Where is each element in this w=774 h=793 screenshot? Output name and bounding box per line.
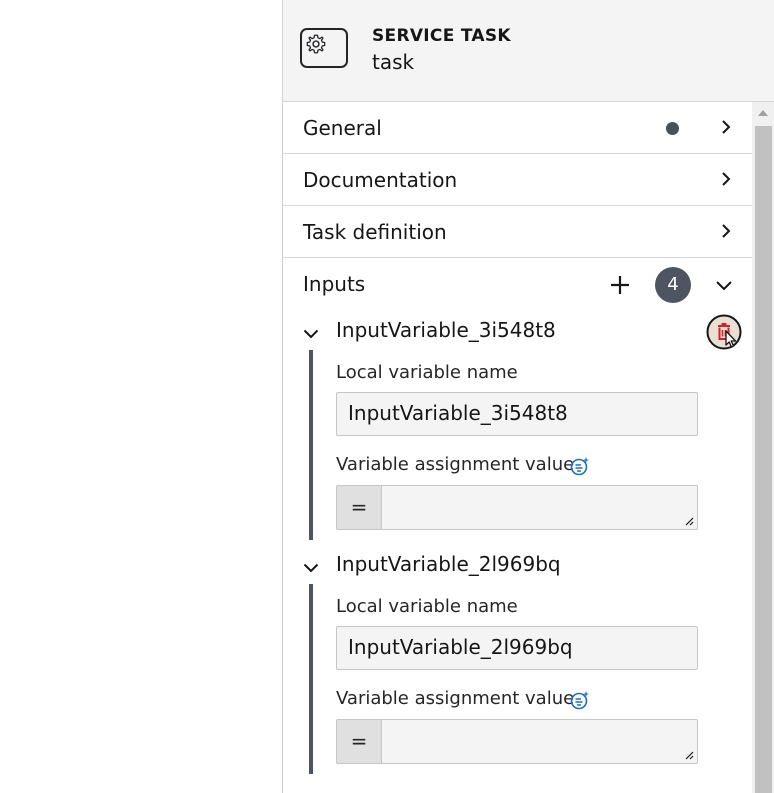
delete-input-button[interactable]: [706, 314, 742, 350]
feel-equals-prefix: =: [337, 720, 382, 763]
local-variable-name-input[interactable]: InputVariable_2l969bq: [336, 626, 698, 670]
input-entry: InputVariable_3i548t8 Local variable nam…: [283, 314, 752, 540]
element-name-label: task: [372, 50, 415, 74]
variable-assignment-input[interactable]: =: [336, 485, 698, 530]
group-label: Documentation: [303, 168, 458, 192]
variable-assignment-label: Variable assignment value: [336, 454, 575, 475]
scroll-up-arrow-icon[interactable]: [758, 110, 768, 116]
element-type-label: SERVICE TASK: [372, 26, 511, 46]
input-entry-body: Local variable name InputVariable_2l969b…: [309, 584, 752, 774]
local-variable-name-label: Local variable name: [336, 596, 518, 617]
service-task-icon: [300, 28, 348, 68]
chevron-right-icon: [722, 120, 731, 134]
group-label: Task definition: [303, 220, 447, 244]
chevron-right-icon: [722, 172, 731, 186]
chevron-down-icon[interactable]: [303, 326, 319, 342]
group-label: General: [303, 116, 382, 140]
feel-equals-prefix: =: [337, 486, 382, 529]
panel-header: SERVICE TASK task: [283, 0, 774, 102]
resize-handle-icon[interactable]: [684, 750, 694, 760]
gear-icon: [306, 34, 326, 54]
input-entry-title: InputVariable_2l969bq: [336, 552, 561, 576]
add-input-button[interactable]: [609, 274, 631, 296]
property-groups: General Documentation Task definition In…: [283, 102, 752, 314]
local-variable-name-label: Local variable name: [336, 362, 518, 383]
group-label: Inputs: [303, 272, 366, 296]
chevron-down-icon[interactable]: [303, 560, 319, 576]
group-inputs[interactable]: Inputs 4: [283, 258, 752, 314]
feel-icon[interactable]: [570, 690, 590, 710]
group-documentation[interactable]: Documentation: [283, 154, 752, 206]
group-general[interactable]: General: [283, 102, 752, 154]
variable-assignment-input[interactable]: =: [336, 719, 698, 764]
data-marker-dot: [666, 122, 679, 135]
panel-scrollbar[interactable]: [752, 102, 774, 793]
local-variable-name-input[interactable]: InputVariable_3i548t8: [336, 392, 698, 436]
group-task-definition[interactable]: Task definition: [283, 206, 752, 258]
chevron-down-icon[interactable]: [715, 277, 733, 295]
scroll-thumb[interactable]: [755, 126, 772, 793]
chevron-right-icon: [722, 224, 731, 238]
input-entry-header[interactable]: InputVariable_3i548t8: [283, 314, 752, 350]
input-count-badge: 4: [655, 267, 691, 303]
input-entry-title: InputVariable_3i548t8: [336, 318, 556, 342]
input-entry-body: Local variable name InputVariable_3i548t…: [309, 350, 752, 540]
resize-handle-icon[interactable]: [684, 516, 694, 526]
variable-assignment-label: Variable assignment value: [336, 688, 575, 709]
input-entry: InputVariable_2l969bq Local variable nam…: [283, 548, 752, 774]
modeler-canvas[interactable]: [0, 0, 282, 793]
properties-panel: SERVICE TASK task General Documentation …: [282, 0, 774, 793]
feel-icon[interactable]: [570, 456, 590, 476]
input-entry-header[interactable]: InputVariable_2l969bq: [283, 548, 752, 584]
